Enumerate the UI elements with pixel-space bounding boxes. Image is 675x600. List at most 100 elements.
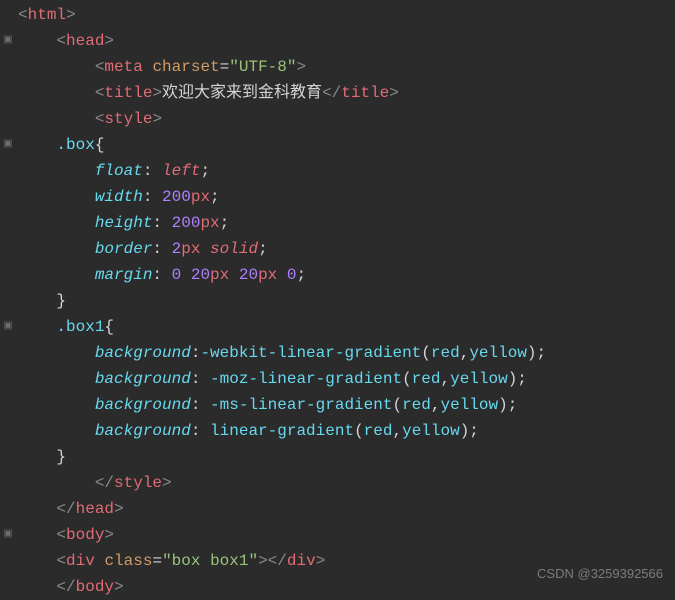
token-punct: , bbox=[431, 396, 441, 414]
token-punct: : bbox=[191, 422, 210, 440]
token-tag-bracket: > bbox=[152, 84, 162, 102]
token-tag-bracket: > bbox=[66, 6, 76, 24]
token-tag-bracket: ></ bbox=[258, 552, 287, 570]
token-tag-name: head bbox=[66, 32, 104, 50]
token-value-color: yellow bbox=[402, 422, 460, 440]
watermark-text: CSDN @3259392566 bbox=[537, 563, 663, 584]
code-line[interactable]: background: linear-gradient(red,yellow); bbox=[0, 418, 675, 444]
token-tag-bracket: </ bbox=[56, 500, 75, 518]
token-value-num: 0 bbox=[172, 266, 182, 284]
token-tag-bracket: < bbox=[95, 84, 105, 102]
token-selector-brace: } bbox=[56, 448, 66, 466]
token-tag-name: meta bbox=[104, 58, 142, 76]
token-tag-bracket: < bbox=[18, 6, 28, 24]
token-value-unit: px bbox=[210, 266, 229, 284]
token-tag-bracket: < bbox=[56, 552, 66, 570]
token-tag-bracket: > bbox=[114, 500, 124, 518]
token-property: margin bbox=[95, 266, 153, 284]
code-line[interactable]: float: left; bbox=[0, 158, 675, 184]
token-punct: : bbox=[191, 396, 210, 414]
token-tag-bracket: > bbox=[296, 58, 306, 76]
code-line[interactable]: ▣ <head> bbox=[0, 28, 675, 54]
code-line[interactable]: <title>欢迎大家来到金科教育</title> bbox=[0, 80, 675, 106]
token-punct: : bbox=[143, 162, 162, 180]
token-punct: : bbox=[152, 214, 171, 232]
token-attr-value: "box box1" bbox=[162, 552, 258, 570]
code-line[interactable]: border: 2px solid; bbox=[0, 236, 675, 262]
token-value-num: 2 bbox=[172, 240, 182, 258]
token-punct bbox=[277, 266, 287, 284]
code-line[interactable]: background:-webkit-linear-gradient(red,y… bbox=[0, 340, 675, 366]
token-attr-value: "UTF-8" bbox=[229, 58, 296, 76]
token-attr-name: charset bbox=[152, 58, 219, 76]
code-line[interactable]: width: 200px; bbox=[0, 184, 675, 210]
code-line[interactable]: <style> bbox=[0, 106, 675, 132]
token-selector-brace: { bbox=[95, 136, 105, 154]
token-tag-bracket: > bbox=[104, 526, 114, 544]
token-punct: ( bbox=[354, 422, 364, 440]
token-value-unit: px bbox=[200, 214, 219, 232]
token-tag-name: html bbox=[28, 6, 66, 24]
token-tag-name: title bbox=[104, 84, 152, 102]
token-tag-name: head bbox=[76, 500, 114, 518]
token-tag-bracket: > bbox=[316, 552, 326, 570]
token-value-num: 200 bbox=[172, 214, 201, 232]
token-tag-bracket: > bbox=[104, 32, 114, 50]
code-line[interactable]: </style> bbox=[0, 470, 675, 496]
token-punct: : bbox=[191, 370, 210, 388]
code-line[interactable]: background: -moz-linear-gradient(red,yel… bbox=[0, 366, 675, 392]
fold-marker-icon[interactable]: ▣ bbox=[2, 33, 14, 49]
code-line[interactable]: } bbox=[0, 288, 675, 314]
token-value-num: 200 bbox=[162, 188, 191, 206]
token-value-color: red bbox=[364, 422, 393, 440]
fold-marker-icon[interactable]: ▣ bbox=[2, 319, 14, 335]
token-punct: : bbox=[152, 240, 171, 258]
token-property: background bbox=[95, 422, 191, 440]
code-line[interactable]: <meta charset="UTF-8"> bbox=[0, 54, 675, 80]
token-punct: ; bbox=[210, 188, 220, 206]
code-line[interactable]: ▣ .box{ bbox=[0, 132, 675, 158]
token-punct bbox=[200, 240, 210, 258]
token-value-func: -moz-linear-gradient bbox=[210, 370, 402, 388]
token-tag-name: div bbox=[66, 552, 95, 570]
code-line[interactable]: background: -ms-linear-gradient(red,yell… bbox=[0, 392, 675, 418]
code-line[interactable]: </head> bbox=[0, 496, 675, 522]
token-value-func: linear-gradient bbox=[210, 422, 354, 440]
token-tag-name: title bbox=[341, 84, 389, 102]
token-property: height bbox=[95, 214, 153, 232]
token-punct: ( bbox=[421, 344, 431, 362]
token-punct bbox=[229, 266, 239, 284]
token-tag-bracket: > bbox=[162, 474, 172, 492]
token-punct: ); bbox=[498, 396, 517, 414]
token-selector: .box bbox=[56, 136, 94, 154]
token-tag-bracket: </ bbox=[95, 474, 114, 492]
token-punct: ; bbox=[258, 240, 268, 258]
token-value-unit: px bbox=[191, 188, 210, 206]
token-tag-name: body bbox=[66, 526, 104, 544]
token-punct bbox=[181, 266, 191, 284]
token-punct: , bbox=[440, 370, 450, 388]
token-tag-bracket: > bbox=[114, 578, 124, 596]
token-property: float bbox=[95, 162, 143, 180]
code-editor[interactable]: <html>▣ <head> <meta charset="UTF-8"> <t… bbox=[0, 0, 675, 600]
token-tag-bracket: < bbox=[56, 526, 66, 544]
token-value-keyword: solid bbox=[210, 240, 258, 258]
code-line[interactable]: margin: 0 20px 20px 0; bbox=[0, 262, 675, 288]
token-value-color: yellow bbox=[441, 396, 499, 414]
token-value-color: red bbox=[412, 370, 441, 388]
fold-marker-icon[interactable]: ▣ bbox=[2, 137, 14, 153]
token-value-color: yellow bbox=[450, 370, 508, 388]
token-punct: : bbox=[143, 188, 162, 206]
token-punct: ); bbox=[508, 370, 527, 388]
token-tag-bracket: > bbox=[152, 110, 162, 128]
code-line[interactable]: } bbox=[0, 444, 675, 470]
code-line[interactable]: height: 200px; bbox=[0, 210, 675, 236]
token-selector: .box1 bbox=[56, 318, 104, 336]
token-tag-bracket: < bbox=[56, 32, 66, 50]
code-line[interactable]: <html> bbox=[0, 2, 675, 28]
fold-marker-icon[interactable]: ▣ bbox=[2, 527, 14, 543]
code-line[interactable]: ▣ .box1{ bbox=[0, 314, 675, 340]
code-line[interactable]: ▣ <body> bbox=[0, 522, 675, 548]
token-value-func: -ms-linear-gradient bbox=[210, 396, 392, 414]
token-punct: ( bbox=[402, 370, 412, 388]
